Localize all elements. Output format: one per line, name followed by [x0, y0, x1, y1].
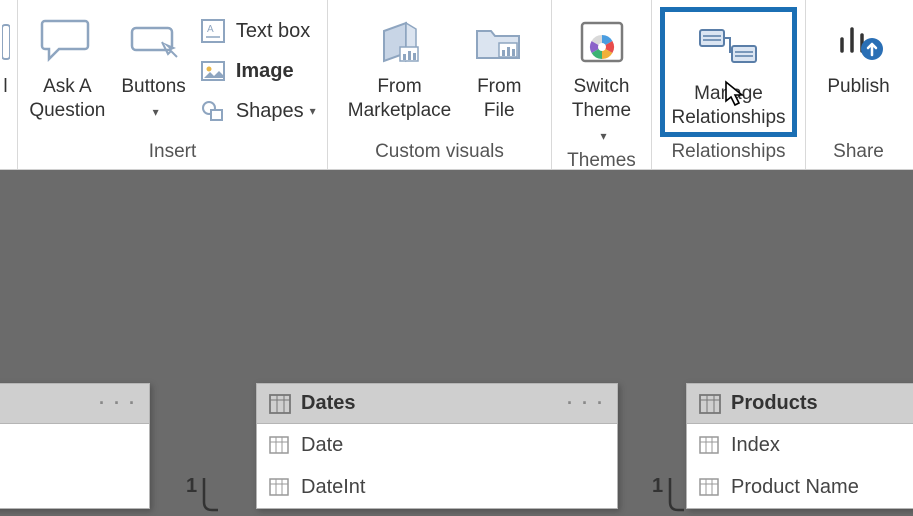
text-box-icon: A — [198, 16, 228, 46]
ribbon-group-label: Relationships — [658, 141, 799, 169]
table-row[interactable]: Index — [687, 424, 913, 466]
shapes-button[interactable]: Shapes ▾ — [194, 91, 324, 131]
ribbon-group-themes: Switch Theme ▾ Themes — [552, 0, 652, 169]
chevron-down-icon: ▾ — [153, 105, 159, 119]
more-options-button[interactable]: · · · — [99, 393, 137, 414]
ribbon-group-label: Custom visuals — [334, 141, 545, 169]
image-button[interactable]: Image — [194, 51, 324, 91]
svg-text:A: A — [207, 24, 214, 35]
column-icon — [269, 436, 291, 454]
table-header[interactable]: Dates · · · — [257, 384, 617, 424]
publish-icon — [830, 11, 888, 73]
column-icon — [269, 478, 291, 496]
table-header[interactable]: · · · — [0, 384, 149, 424]
text-box-button[interactable]: A Text box — [194, 11, 324, 51]
buttons-button[interactable]: Buttons▾ — [113, 5, 193, 126]
model-canvas[interactable]: · · · dex ames 1 Dates · · · Date DateIn… — [0, 170, 913, 511]
cardinality-badge: 1 — [652, 475, 663, 498]
chevron-down-icon: ▾ — [310, 104, 316, 118]
ask-a-question-button[interactable]: Ask A Question — [21, 5, 113, 125]
button-icon — [126, 11, 182, 73]
more-options-button[interactable]: · · · — [567, 393, 605, 414]
column-icon — [699, 478, 721, 496]
table-card-dates[interactable]: Dates · · · Date DateInt — [256, 383, 618, 509]
ribbon-group-insert: Ask A Question Buttons▾ A Text box Image — [18, 0, 328, 169]
table-row[interactable]: ames — [0, 466, 149, 508]
partial-label: l — [3, 75, 7, 99]
table-header[interactable]: Products — [687, 384, 913, 424]
ribbon: l Ask A Question Buttons▾ A Te — [0, 0, 913, 170]
column-icon — [699, 436, 721, 454]
speech-bubble-icon — [39, 11, 95, 73]
table-icon — [269, 394, 291, 414]
relationship-connector — [200, 476, 230, 516]
from-marketplace-button[interactable]: From Marketplace — [340, 5, 460, 125]
theme-palette-icon — [574, 11, 630, 73]
table-icon — [699, 394, 721, 414]
publish-button[interactable]: Publish — [819, 5, 899, 101]
cardinality-badge: 1 — [186, 475, 197, 498]
image-icon — [198, 56, 228, 86]
relationships-icon — [694, 18, 764, 80]
from-file-button[interactable]: From File — [459, 5, 539, 125]
cursor-icon — [724, 80, 748, 108]
marketplace-icon — [370, 11, 430, 73]
table-card-products[interactable]: Products Index Product Name — [686, 383, 913, 509]
ribbon-group-label: Insert — [24, 141, 321, 169]
file-folder-icon — [471, 11, 527, 73]
switch-theme-button[interactable]: Switch Theme ▾ — [558, 5, 645, 150]
table-row[interactable]: Product Name — [687, 466, 913, 508]
chevron-down-icon: ▾ — [600, 129, 606, 143]
table-row[interactable]: dex — [0, 424, 149, 466]
manage-relationships-button[interactable]: Manage Relationships — [660, 7, 797, 137]
ribbon-group-label: Themes — [558, 150, 645, 172]
shapes-icon — [198, 96, 228, 126]
ribbon-group-label: Share — [812, 141, 905, 169]
table-row[interactable]: Date — [257, 424, 617, 466]
ribbon-group-share: Publish Share — [806, 0, 911, 169]
table-card-partial[interactable]: · · · dex ames — [0, 383, 150, 509]
ribbon-group-custom-visuals: From Marketplace From File Custom visual… — [328, 0, 552, 169]
table-row[interactable]: DateInt — [257, 466, 617, 508]
partial-button-left[interactable]: l — [0, 5, 11, 105]
